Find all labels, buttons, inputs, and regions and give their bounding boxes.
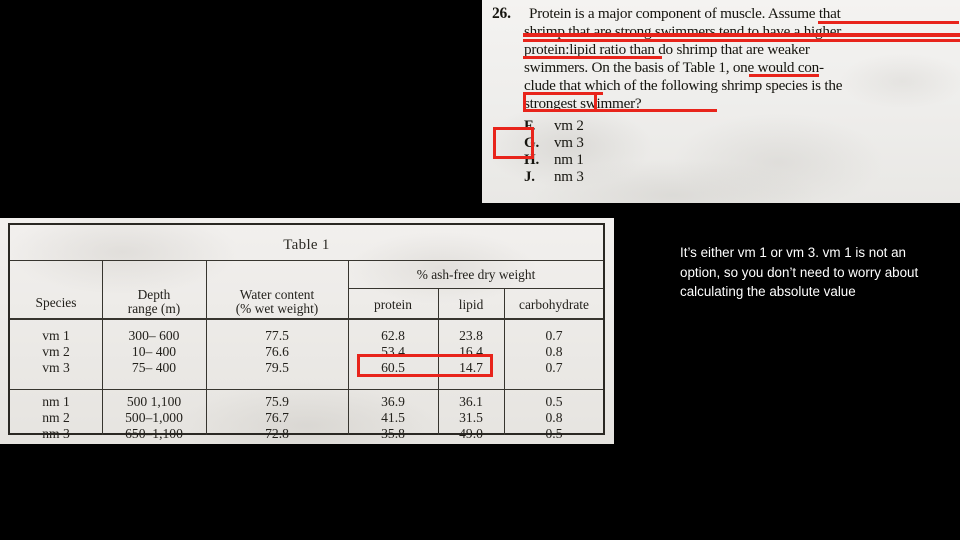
table-header-species: Species [35, 295, 77, 310]
table-header-water-line1: Water content [239, 287, 315, 302]
cell-protein: 35.8 [381, 426, 405, 441]
cell-protein: 41.5 [381, 410, 405, 425]
question-number: 26. [492, 5, 511, 22]
cell-depth: 300– 600 [128, 328, 180, 343]
table-header-lipid: lipid [458, 297, 484, 312]
cell-depth: 500 1,100 [126, 394, 182, 409]
answer-choice-f[interactable]: F. vm 2 [524, 118, 584, 135]
table-header-water-line2: (% wet weight) [235, 301, 319, 316]
cell-species: vm 2 [42, 344, 70, 359]
cell-protein: 62.8 [381, 328, 405, 343]
cell-carbohydrate: 0.7 [545, 328, 563, 343]
choice-value-f: vm 2 [554, 118, 584, 134]
cell-protein: 60.5 [381, 360, 405, 375]
choice-letter-g: G. [524, 135, 540, 151]
choice-letter-h: H. [524, 152, 540, 168]
question-line-4: swimmers. On the basis of Table 1, one w… [524, 59, 824, 76]
table-header-protein: protein [374, 297, 412, 312]
question-line-1: Protein is a major component of muscle. … [529, 5, 841, 22]
cell-protein: 53.4 [381, 344, 405, 359]
table-header-depth-line1: Depth [137, 287, 171, 302]
cell-species: vm 3 [42, 360, 70, 375]
cell-lipid: 31.5 [459, 410, 483, 425]
cell-lipid: 36.1 [459, 394, 483, 409]
cell-water: 79.5 [265, 360, 289, 375]
answer-choice-j[interactable]: J. nm 3 [524, 169, 584, 186]
choice-value-g: vm 3 [554, 135, 584, 151]
choice-value-h: nm 1 [554, 152, 584, 168]
table-group-header: % ash-free dry weight [416, 267, 536, 282]
cell-water: 76.7 [265, 410, 289, 425]
question-line-2: shrimp that are strong swimmers tend to … [524, 23, 841, 40]
cell-species: nm 2 [42, 410, 70, 425]
answer-choices: F. vm 2 G. vm 3 H. nm 1 J. nm 3 [524, 118, 584, 186]
choice-value-j: nm 3 [554, 169, 584, 185]
cell-lipid: 16.4 [459, 344, 483, 359]
rule-under-column-headers [10, 318, 603, 320]
cell-depth: 500–1,000 [125, 410, 183, 425]
cell-water: 77.5 [265, 328, 289, 343]
cell-lipid: 14.7 [459, 360, 483, 375]
cell-depth: 10– 400 [131, 344, 177, 359]
answer-choice-g[interactable]: G. vm 3 [524, 135, 584, 152]
rule-between-vm-and-nm-groups [10, 389, 603, 390]
cell-protein: 36.9 [381, 394, 405, 409]
cell-water: 76.6 [265, 344, 289, 359]
cell-depth: 75– 400 [131, 360, 177, 375]
cell-carbohydrate: 0.5 [545, 394, 563, 409]
cell-lipid: 49.0 [459, 426, 483, 441]
question-line-3: protein:lipid ratio than do shrimp that … [524, 41, 810, 58]
cell-species: nm 1 [42, 394, 70, 409]
cell-carbohydrate: 0.8 [545, 410, 563, 425]
cell-lipid: 23.8 [459, 328, 483, 343]
rule-under-caption [10, 260, 603, 261]
cell-species: nm 3 [42, 426, 70, 441]
cell-carbohydrate: 0.5 [545, 426, 563, 441]
explanation-note: It’s either vm 1 or vm 3. vm 1 is not an… [680, 245, 919, 299]
table-scan-image: Table 1 % ash-free dry weight Species De… [0, 218, 614, 444]
table-caption: Table 1 [283, 237, 330, 253]
question-body: 26. Protein is a major component of musc… [482, 0, 960, 203]
choice-letter-j: J. [524, 169, 535, 185]
cell-water: 72.8 [265, 426, 289, 441]
cell-carbohydrate: 0.7 [545, 360, 563, 375]
question-line-6: strongest swimmer? [524, 95, 642, 112]
table-header-carbohydrate: carbohydrate [519, 297, 589, 312]
cell-water: 75.9 [265, 394, 289, 409]
question-scan-image: 26. Protein is a major component of musc… [482, 0, 960, 203]
choice-letter-f: F. [524, 118, 536, 134]
rule-under-group-header [348, 288, 603, 289]
question-line-5: clude that which of the following shrimp… [524, 77, 843, 94]
table-header-depth-line2: range (m) [127, 301, 181, 316]
cell-species: vm 1 [42, 328, 70, 343]
table-1-frame: Table 1 % ash-free dry weight Species De… [8, 223, 605, 441]
cell-depth: 650–1,100 [125, 426, 183, 441]
answer-choice-h[interactable]: H. nm 1 [524, 152, 584, 169]
cell-carbohydrate: 0.8 [545, 344, 563, 359]
